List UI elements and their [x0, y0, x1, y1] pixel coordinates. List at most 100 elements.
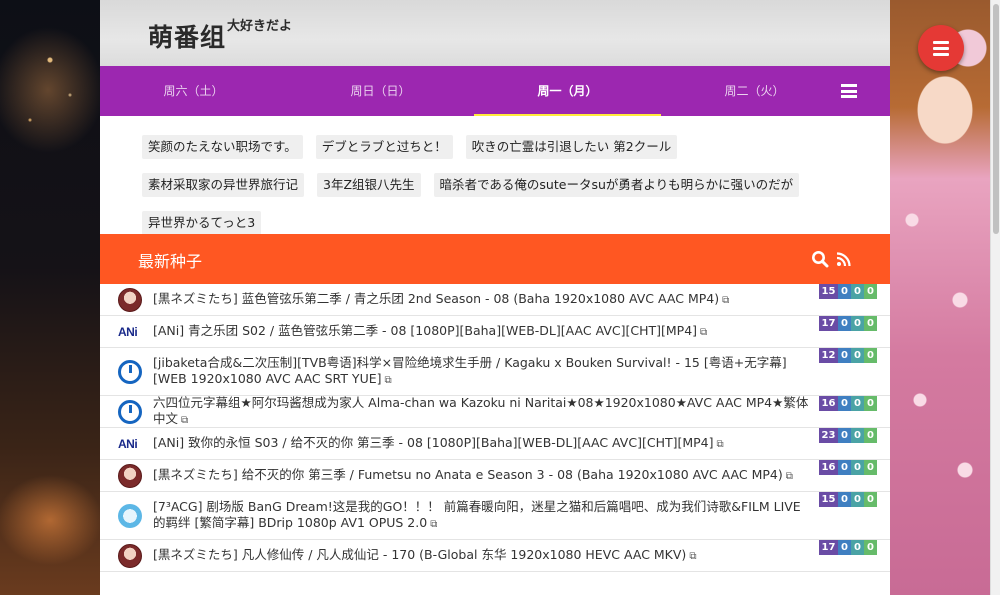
torrent-row: ANi [ANi] 致你的永恒 S03 / 给不灭的你 第三季 - 08 [10… [100, 428, 890, 460]
torrent-title-link[interactable]: [黒ネズミたち] 给不灭的你 第三季 / Fumetsu no Anata e … [153, 467, 793, 485]
group-avatar [118, 503, 142, 528]
scrollbar-thumb[interactable] [993, 4, 999, 234]
torrent-title-link[interactable]: [ANi] 青之乐团 S02 / 蓝色管弦乐第二季 - 08 [1080P][B… [153, 323, 707, 341]
stat-completed: 0 [864, 396, 877, 411]
anime-list: 笑颜のたえない职场です。 デブとラブと过ちと！ 吹きの亡霊は引退したい 第2クール … [100, 116, 890, 235]
anime-chip[interactable]: 素材采取家の异世界旅行记 [142, 173, 305, 197]
torrent-row: [黒ネズミたち] 给不灭的你 第三季 / Fumetsu no Anata e … [100, 460, 890, 492]
torrent-title: 六四位元字幕组★阿尔玛酱想成为家人 Alma-chan wa Kazoku ni… [153, 394, 809, 426]
external-link-icon[interactable]: ⧉ [717, 437, 724, 453]
torrent-title-link[interactable]: [黒ネズミたち] 蓝色管弦乐第二季 / 青之乐团 2nd Season - 08… [153, 291, 729, 309]
hamburger-icon[interactable] [918, 25, 964, 71]
anime-chip[interactable]: 3年Z组银八先生 [317, 173, 421, 197]
torrent-stats: 12 0 0 0 [819, 348, 877, 363]
torrent-title: [jibaketa合成&二次压制][TVB粤语]科学×冒险绝境求生手册 / Ka… [153, 354, 787, 386]
anime-chip[interactable]: 笑颜のたえない职场です。 [142, 135, 303, 159]
torrent-row: ANi [ANi] 青之乐团 S02 / 蓝色管弦乐第二季 - 08 [1080… [100, 316, 890, 348]
torrent-title: [黒ネズミたち] 凡人修仙传 / 凡人成仙记 - 170 (B-Global 东… [153, 546, 687, 562]
torrent-title: [黒ネズミたち] 蓝色管弦乐第二季 / 青之乐团 2nd Season - 08… [153, 290, 720, 306]
stat-completed: 0 [864, 492, 877, 507]
torrent-row: [黒ネズミたち] 凡人修仙传 / 凡人成仙记 - 170 (B-Global 东… [100, 540, 890, 572]
torrent-title: [7³ACG] 剧场版 BanG Dream!这是我的GO！！！ 前篇春暖向阳，… [153, 498, 801, 530]
stat-leechers: 0 [851, 396, 864, 411]
stat-size: 23 [819, 428, 838, 443]
tab-tuesday[interactable]: 周二（火） [661, 66, 848, 116]
torrent-title-link[interactable]: [ANi] 致你的永恒 S03 / 给不灭的你 第三季 - 08 [1080P]… [153, 435, 724, 453]
rss-icon[interactable] [837, 252, 851, 266]
external-link-icon[interactable]: ⧉ [430, 517, 437, 533]
tab-sunday[interactable]: 周日（日） [287, 66, 474, 116]
stat-size: 17 [819, 540, 838, 555]
stat-size: 16 [819, 460, 838, 475]
stat-leechers: 0 [851, 540, 864, 555]
external-link-icon[interactable]: ⧉ [689, 549, 696, 565]
stat-completed: 0 [864, 460, 877, 475]
stat-seeders: 0 [838, 316, 851, 331]
stat-leechers: 0 [851, 348, 864, 363]
stat-seeders: 0 [838, 284, 851, 299]
list-icon[interactable] [841, 84, 857, 98]
external-link-icon[interactable]: ⧉ [181, 413, 188, 429]
stat-size: 16 [819, 396, 838, 411]
torrent-stats: 17 0 0 0 [819, 540, 877, 555]
tab-monday[interactable]: 周一（月） [474, 66, 661, 116]
torrent-title: [ANi] 青之乐团 S02 / 蓝色管弦乐第二季 - 08 [1080P][B… [153, 322, 698, 338]
stat-size: 15 [819, 284, 838, 299]
anime-chip[interactable]: 吹きの亡霊は引退したい 第2クール [465, 135, 678, 159]
anime-chip[interactable]: 异世界かるてっと3 [142, 211, 262, 235]
torrent-row: [jibaketa合成&二次压制][TVB粤语]科学×冒险绝境求生手册 / Ka… [100, 348, 890, 396]
stat-seeders: 0 [838, 428, 851, 443]
torrent-row: [7³ACG] 剧场版 BanG Dream!这是我的GO！！！ 前篇春暖向阳，… [100, 492, 890, 540]
stat-seeders: 0 [838, 460, 851, 475]
torrent-title: [ANi] 致你的永恒 S03 / 给不灭的你 第三季 - 08 [1080P]… [153, 434, 714, 450]
torrent-row: 六四位元字幕组★阿尔玛酱想成为家人 Alma-chan wa Kazoku ni… [100, 395, 890, 429]
group-avatar [118, 359, 142, 384]
external-link-icon[interactable]: ⧉ [700, 325, 707, 341]
torrent-stats: 17 0 0 0 [819, 316, 877, 331]
group-avatar: ANi [118, 324, 138, 339]
anime-chip[interactable]: デブとラブと过ちと！ [315, 135, 453, 159]
latest-title: 最新种子 [138, 252, 203, 271]
stat-leechers: 0 [851, 428, 864, 443]
main-column: 萌番组 大好きだよ 周六（土） 周日（日） 周一（月） 周二（火） 笑颜のたえな… [100, 0, 890, 595]
torrent-title-link[interactable]: 六四位元字幕组★阿尔玛酱想成为家人 Alma-chan wa Kazoku ni… [153, 395, 810, 429]
latest-header: 最新种子 [100, 234, 890, 284]
stat-completed: 0 [864, 316, 877, 331]
external-link-icon[interactable]: ⧉ [722, 293, 729, 309]
torrent-list: [黒ネズミたち] 蓝色管弦乐第二季 / 青之乐团 2nd Season - 08… [100, 284, 890, 572]
day-tabs: 周六（土） 周日（日） 周一（月） 周二（火） [100, 66, 890, 116]
tab-saturday[interactable]: 周六（土） [100, 66, 287, 116]
anime-chip[interactable]: 暗杀者である俺のsuteータsuが勇者よりも明らかに强いのだが [433, 173, 800, 197]
external-link-icon[interactable]: ⧉ [385, 373, 392, 389]
stat-seeders: 0 [838, 348, 851, 363]
background-right [890, 0, 990, 595]
group-avatar: ANi [118, 436, 138, 451]
page-scrollbar[interactable] [990, 0, 1000, 595]
stat-seeders: 0 [838, 540, 851, 555]
site-header: 萌番组 大好きだよ [100, 0, 890, 66]
external-link-icon[interactable]: ⧉ [786, 469, 793, 485]
stat-leechers: 0 [851, 460, 864, 475]
torrent-title: [黒ネズミたち] 给不灭的你 第三季 / Fumetsu no Anata e … [153, 466, 783, 482]
stat-size: 12 [819, 348, 838, 363]
group-avatar [118, 399, 142, 424]
stat-completed: 0 [864, 348, 877, 363]
stat-seeders: 0 [838, 492, 851, 507]
stat-leechers: 0 [851, 316, 864, 331]
torrent-stats: 15 0 0 0 [819, 492, 877, 507]
search-icon[interactable] [811, 250, 829, 268]
torrent-row: [黒ネズミたち] 蓝色管弦乐第二季 / 青之乐团 2nd Season - 08… [100, 284, 890, 316]
stat-leechers: 0 [851, 284, 864, 299]
site-subtitle: 大好きだよ [227, 19, 293, 34]
group-avatar [118, 463, 142, 488]
stat-size: 17 [819, 316, 838, 331]
torrent-title-link[interactable]: [jibaketa合成&二次压制][TVB粤语]科学×冒险绝境求生手册 / Ka… [153, 355, 810, 389]
stat-size: 15 [819, 492, 838, 507]
background-left [0, 0, 100, 595]
stat-completed: 0 [864, 428, 877, 443]
site-title[interactable]: 萌番组 [148, 18, 226, 54]
torrent-stats: 23 0 0 0 [819, 428, 877, 443]
torrent-title-link[interactable]: [黒ネズミたち] 凡人修仙传 / 凡人成仙记 - 170 (B-Global 东… [153, 547, 696, 565]
group-avatar [118, 543, 142, 568]
torrent-title-link[interactable]: [7³ACG] 剧场版 BanG Dream!这是我的GO！！！ 前篇春暖向阳，… [153, 499, 810, 533]
